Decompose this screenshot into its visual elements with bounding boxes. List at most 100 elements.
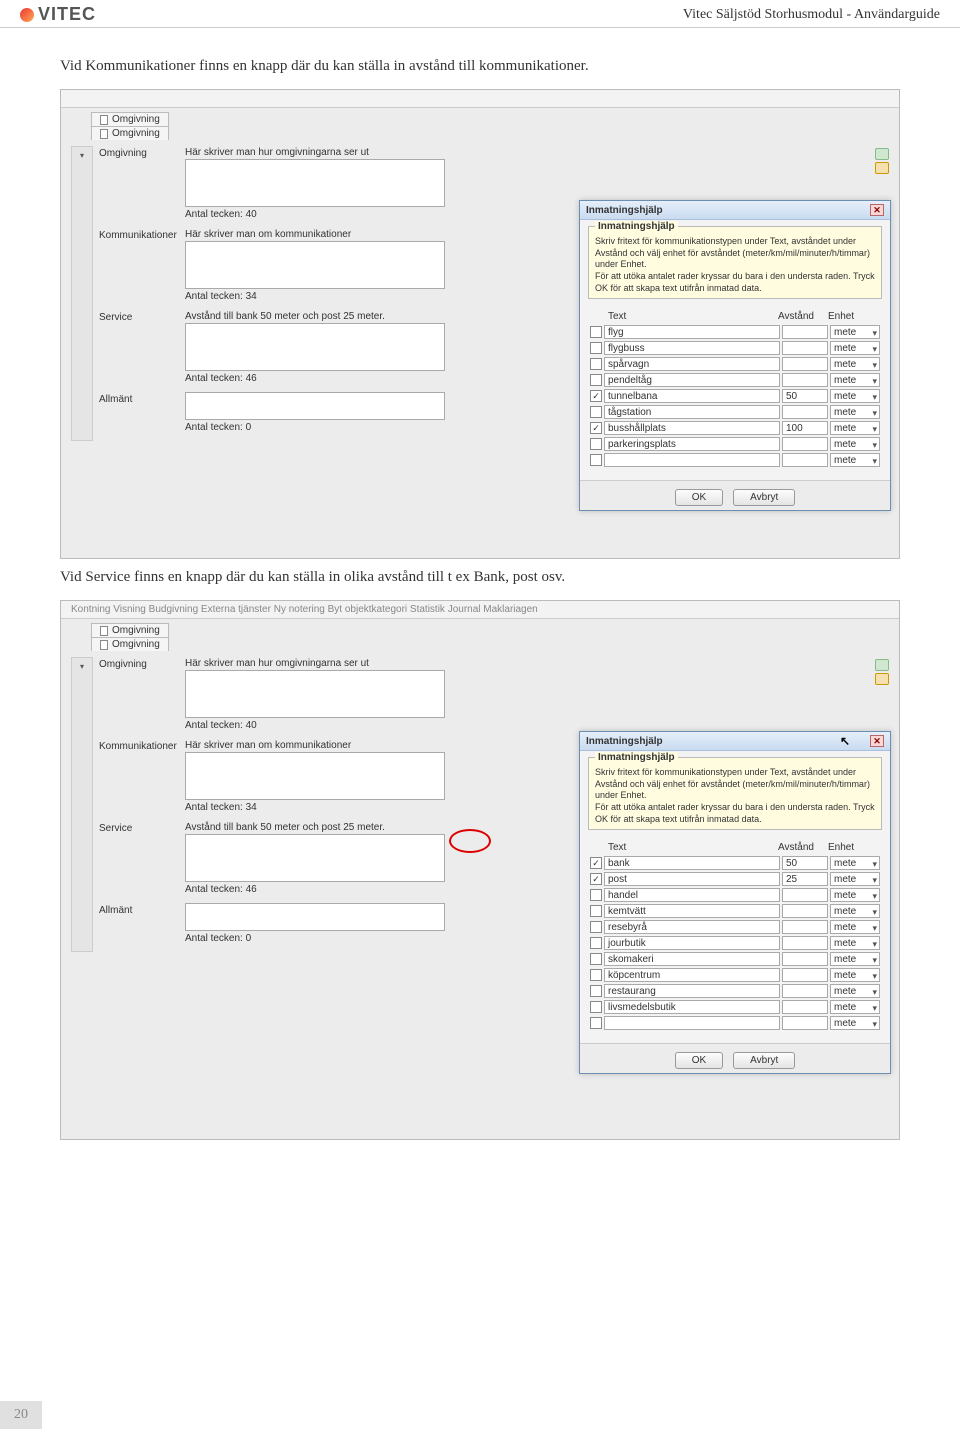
helper-icon[interactable]: [875, 673, 889, 685]
unit-select[interactable]: mete: [830, 453, 880, 467]
unit-select[interactable]: mete: [830, 920, 880, 934]
distance-input[interactable]: 100: [782, 421, 828, 435]
textarea-kommunikationer[interactable]: [185, 752, 445, 800]
unit-select[interactable]: mete: [830, 904, 880, 918]
checkbox[interactable]: [590, 326, 602, 338]
unit-select[interactable]: mete: [830, 936, 880, 950]
unit-select[interactable]: mete: [830, 856, 880, 870]
text-input[interactable]: flygbuss: [604, 341, 780, 355]
unit-select[interactable]: mete: [830, 1000, 880, 1014]
tab-omgivning-2[interactable]: Omgivning: [91, 637, 169, 651]
add-icon[interactable]: [875, 659, 889, 671]
checkbox[interactable]: [590, 454, 602, 466]
distance-input[interactable]: [782, 936, 828, 950]
text-input[interactable]: [604, 1016, 780, 1030]
checkbox[interactable]: ✓: [590, 857, 602, 869]
unit-select[interactable]: mete: [830, 421, 880, 435]
unit-select[interactable]: mete: [830, 341, 880, 355]
tab-omgivning-2[interactable]: Omgivning: [91, 126, 169, 140]
checkbox[interactable]: [590, 406, 602, 418]
checkbox[interactable]: [590, 921, 602, 933]
unit-select[interactable]: mete: [830, 437, 880, 451]
text-input[interactable]: restaurang: [604, 984, 780, 998]
checkbox[interactable]: [590, 905, 602, 917]
ok-button[interactable]: OK: [675, 489, 723, 506]
unit-select[interactable]: mete: [830, 325, 880, 339]
distance-input[interactable]: [782, 405, 828, 419]
distance-input[interactable]: [782, 920, 828, 934]
unit-select[interactable]: mete: [830, 405, 880, 419]
checkbox[interactable]: [590, 438, 602, 450]
textarea-service[interactable]: [185, 834, 445, 882]
checkbox[interactable]: [590, 1001, 602, 1013]
text-input[interactable]: handel: [604, 888, 780, 902]
distance-input[interactable]: [782, 1016, 828, 1030]
distance-input[interactable]: 50: [782, 389, 828, 403]
checkbox[interactable]: [590, 1017, 602, 1029]
distance-input[interactable]: 25: [782, 872, 828, 886]
checkbox[interactable]: [590, 889, 602, 901]
text-input[interactable]: kemtvätt: [604, 904, 780, 918]
checkbox[interactable]: [590, 969, 602, 981]
distance-input[interactable]: [782, 984, 828, 998]
checkbox[interactable]: [590, 374, 602, 386]
unit-select[interactable]: mete: [830, 952, 880, 966]
distance-input[interactable]: [782, 904, 828, 918]
textarea-kommunikationer[interactable]: [185, 241, 445, 289]
add-icon[interactable]: [875, 148, 889, 160]
chevron-down-icon[interactable]: ▾: [72, 147, 92, 160]
textarea-service[interactable]: [185, 323, 445, 371]
unit-select[interactable]: mete: [830, 872, 880, 886]
text-input[interactable]: parkeringsplats: [604, 437, 780, 451]
checkbox[interactable]: [590, 937, 602, 949]
unit-select[interactable]: mete: [830, 968, 880, 982]
unit-select[interactable]: mete: [830, 389, 880, 403]
close-icon[interactable]: ✕: [870, 735, 884, 747]
cancel-button[interactable]: Avbryt: [733, 489, 795, 506]
checkbox[interactable]: ✓: [590, 390, 602, 402]
distance-input[interactable]: [782, 325, 828, 339]
distance-input[interactable]: [782, 373, 828, 387]
cancel-button[interactable]: Avbryt: [733, 1052, 795, 1069]
unit-select[interactable]: mete: [830, 373, 880, 387]
checkbox[interactable]: [590, 985, 602, 997]
text-input[interactable]: resebyrå: [604, 920, 780, 934]
unit-select[interactable]: mete: [830, 888, 880, 902]
distance-input[interactable]: [782, 437, 828, 451]
text-input[interactable]: skomakeri: [604, 952, 780, 966]
text-input[interactable]: busshållplats: [604, 421, 780, 435]
text-input[interactable]: [604, 453, 780, 467]
text-input[interactable]: köpcentrum: [604, 968, 780, 982]
text-input[interactable]: spårvagn: [604, 357, 780, 371]
textarea-omgivning[interactable]: [185, 159, 445, 207]
text-input[interactable]: post: [604, 872, 780, 886]
unit-select[interactable]: mete: [830, 357, 880, 371]
text-input[interactable]: flyg: [604, 325, 780, 339]
text-input[interactable]: jourbutik: [604, 936, 780, 950]
checkbox[interactable]: [590, 342, 602, 354]
textarea-allmant[interactable]: [185, 392, 445, 420]
textarea-omgivning[interactable]: [185, 670, 445, 718]
distance-input[interactable]: [782, 952, 828, 966]
close-icon[interactable]: ✕: [870, 204, 884, 216]
chevron-down-icon[interactable]: ▾: [72, 658, 92, 671]
checkbox[interactable]: [590, 953, 602, 965]
text-input[interactable]: livsmedelsbutik: [604, 1000, 780, 1014]
text-input[interactable]: pendeltåg: [604, 373, 780, 387]
checkbox[interactable]: ✓: [590, 422, 602, 434]
distance-input[interactable]: [782, 357, 828, 371]
textarea-allmant[interactable]: [185, 903, 445, 931]
tab-omgivning-1[interactable]: Omgivning: [91, 623, 169, 637]
distance-input[interactable]: [782, 453, 828, 467]
distance-input[interactable]: 50: [782, 856, 828, 870]
checkbox[interactable]: [590, 358, 602, 370]
distance-input[interactable]: [782, 888, 828, 902]
ok-button[interactable]: OK: [675, 1052, 723, 1069]
distance-input[interactable]: [782, 1000, 828, 1014]
unit-select[interactable]: mete: [830, 1016, 880, 1030]
text-input[interactable]: tunnelbana: [604, 389, 780, 403]
tab-omgivning-1[interactable]: Omgivning: [91, 112, 169, 126]
unit-select[interactable]: mete: [830, 984, 880, 998]
text-input[interactable]: tågstation: [604, 405, 780, 419]
checkbox[interactable]: ✓: [590, 873, 602, 885]
